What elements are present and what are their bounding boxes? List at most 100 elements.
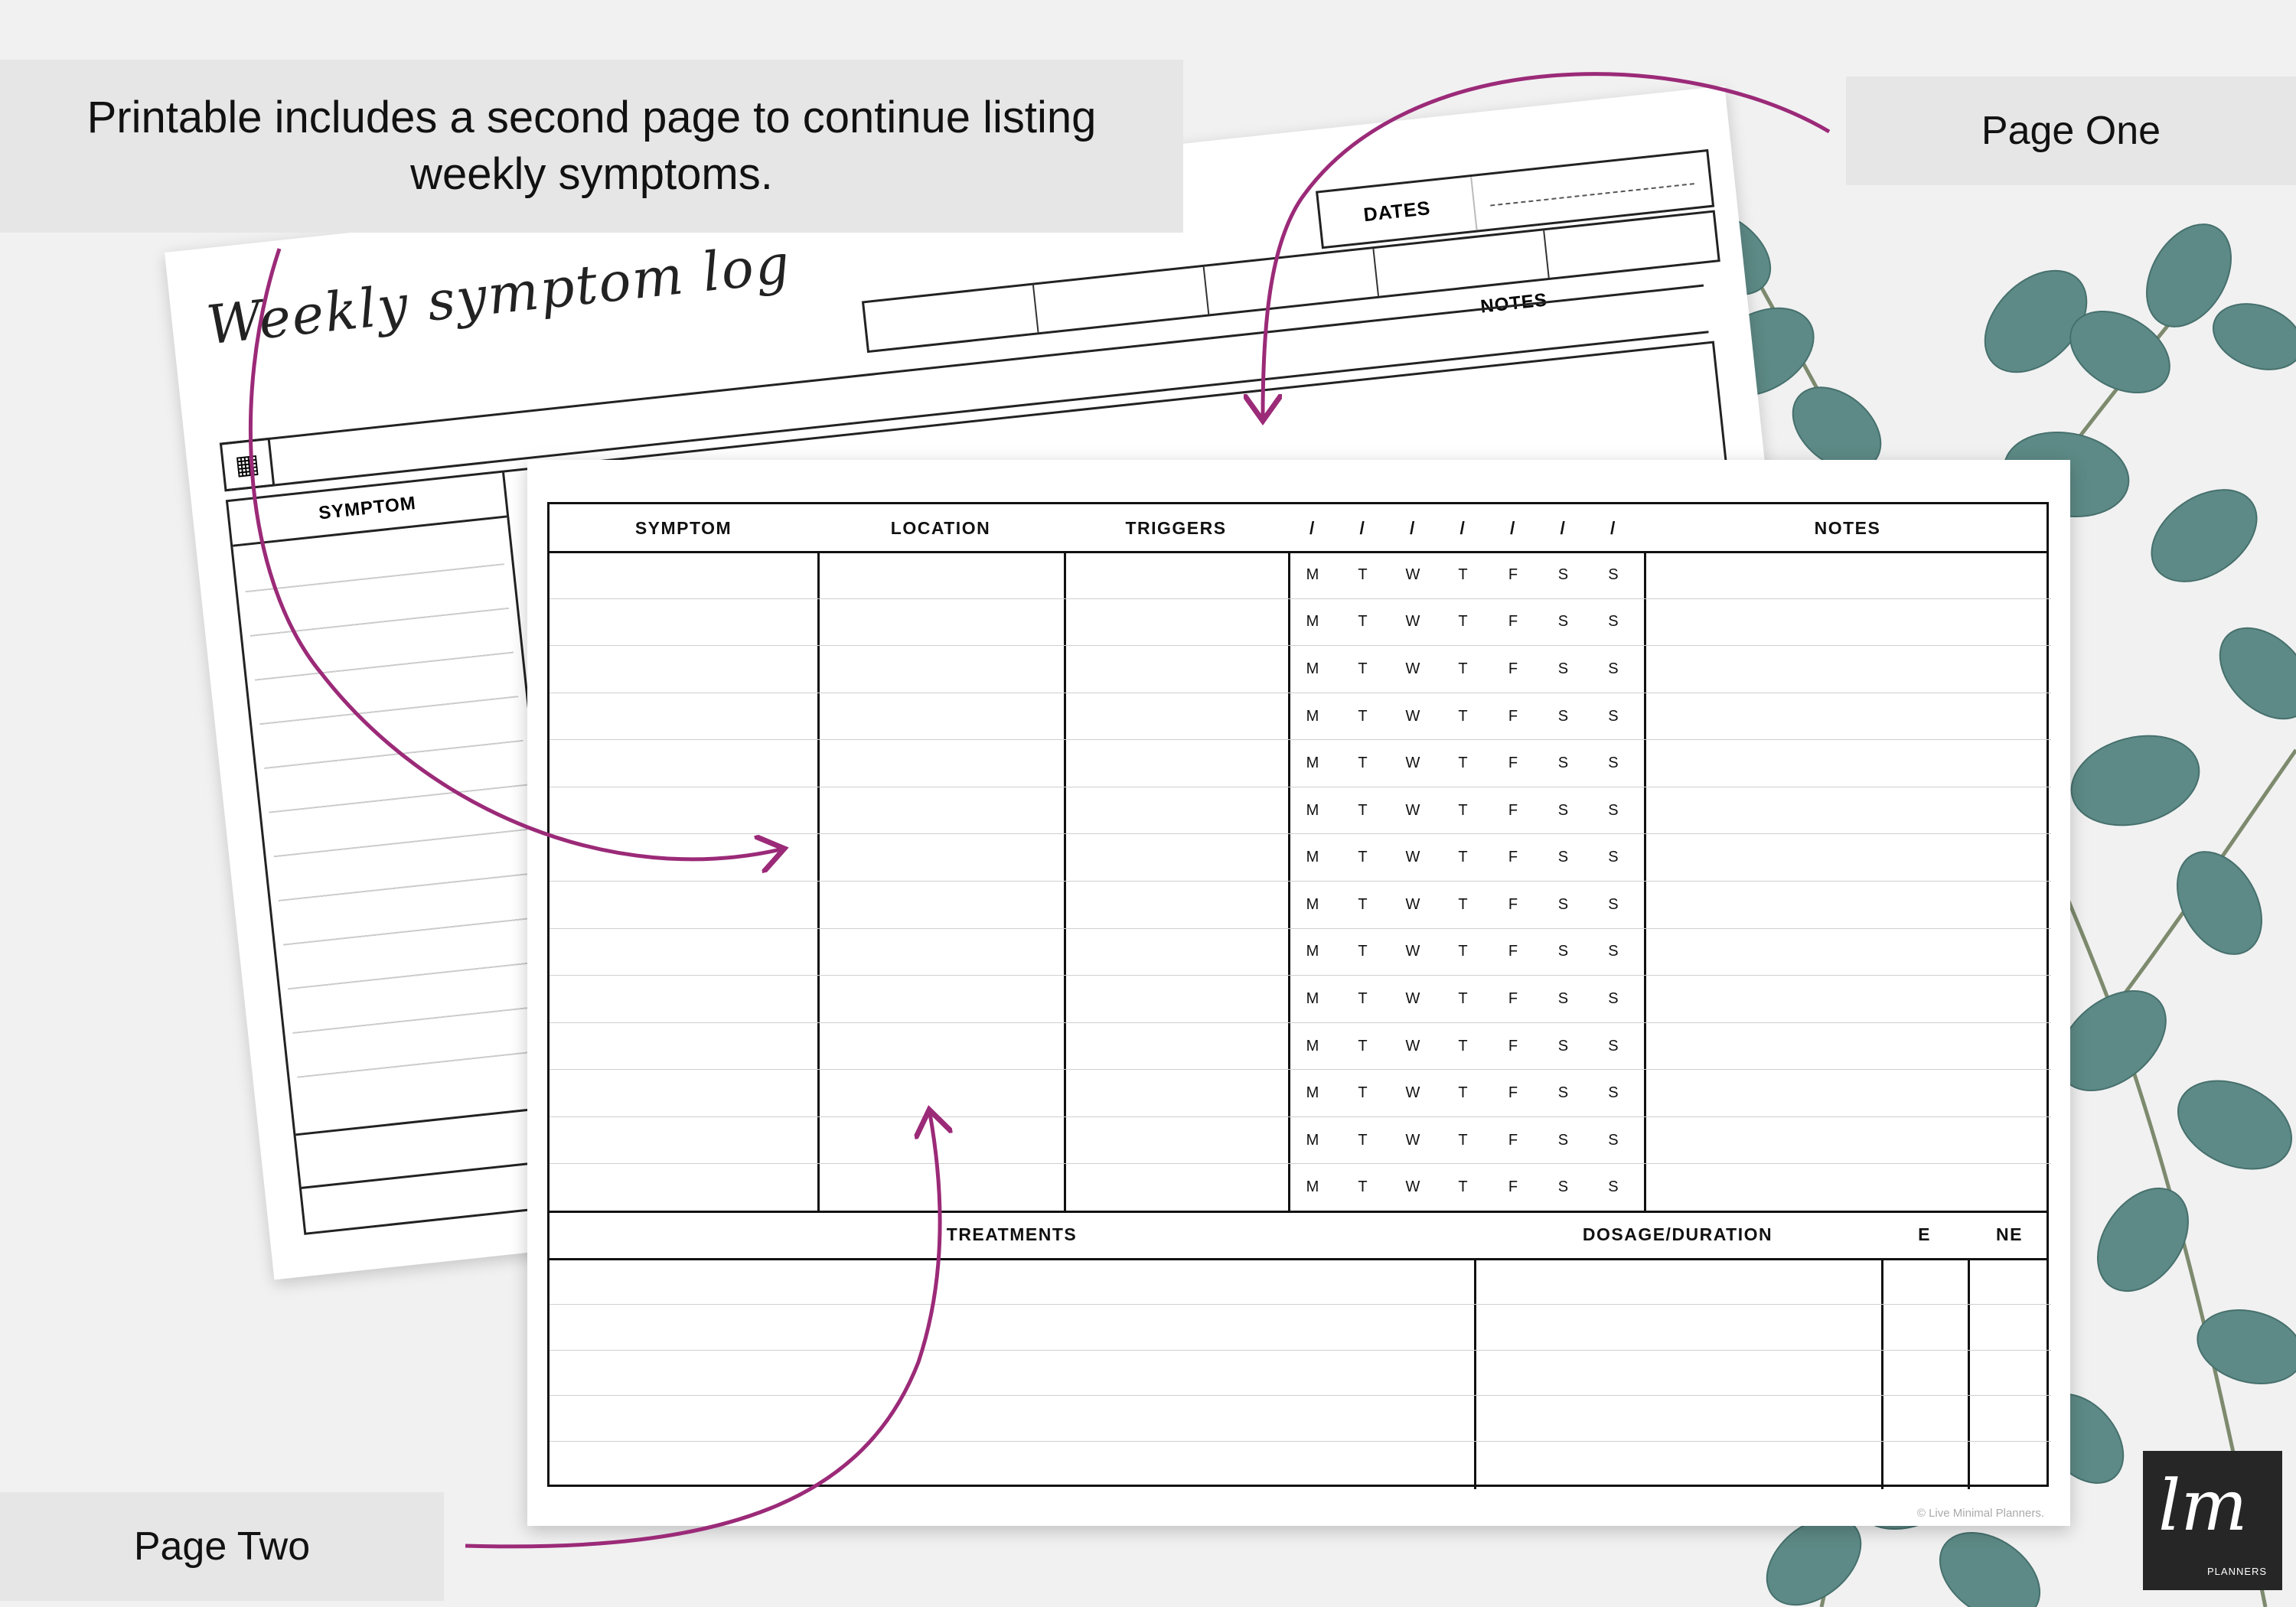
weekday-checkbox[interactable]: W <box>1401 1178 1424 1196</box>
weekday-checkbox[interactable]: M <box>1301 990 1324 1008</box>
weekday-checkbox[interactable]: F <box>1502 755 1525 772</box>
weekday-checkbox[interactable]: F <box>1502 802 1525 820</box>
weekday-checkbox[interactable]: M <box>1301 802 1324 820</box>
weekday-checkbox[interactable]: T <box>1351 802 1374 820</box>
weekday-checkbox[interactable]: S <box>1551 1038 1574 1055</box>
weekday-checkbox[interactable]: S <box>1551 613 1574 631</box>
weekday-checkbox[interactable]: S <box>1551 943 1574 960</box>
weekday-checkbox[interactable]: S <box>1602 943 1625 960</box>
weekday-checkbox[interactable]: T <box>1351 660 1374 678</box>
weekday-checkbox[interactable]: T <box>1351 849 1374 866</box>
weekday-checkbox[interactable]: T <box>1351 1178 1374 1196</box>
weekday-checkbox[interactable]: F <box>1502 1178 1525 1196</box>
weekday-checkbox[interactable]: T <box>1351 943 1374 960</box>
weekday-checkbox[interactable]: S <box>1551 1132 1574 1149</box>
weekday-checkbox[interactable]: S <box>1602 755 1625 772</box>
weekday-checkbox[interactable]: S <box>1602 1038 1625 1055</box>
weekday-checkbox[interactable]: F <box>1502 708 1525 725</box>
weekday-checkbox[interactable]: S <box>1551 849 1574 866</box>
weekday-checkbox[interactable]: S <box>1551 708 1574 725</box>
weekday-checkbox[interactable]: T <box>1451 1038 1474 1055</box>
main-callout: Printable includes a second page to cont… <box>0 60 1183 233</box>
weekday-checkbox[interactable]: F <box>1502 613 1525 631</box>
weekday-checkbox[interactable]: T <box>1451 849 1474 866</box>
weekday-checkbox[interactable]: T <box>1351 896 1374 914</box>
weekday-checkbox[interactable]: M <box>1301 660 1324 678</box>
weekday-checkbox[interactable]: T <box>1351 613 1374 631</box>
weekday-checkbox[interactable]: M <box>1301 1038 1324 1055</box>
weekday-checkbox[interactable]: S <box>1602 1084 1625 1102</box>
weekday-checkbox[interactable]: S <box>1602 990 1625 1008</box>
weekday-checkbox[interactable]: M <box>1301 708 1324 725</box>
weekday-checkbox[interactable]: W <box>1401 849 1424 866</box>
weekday-checkbox[interactable]: S <box>1551 660 1574 678</box>
weekday-checkbox[interactable]: S <box>1602 1132 1625 1149</box>
weekday-checkbox[interactable]: T <box>1451 802 1474 820</box>
weekday-checkbox[interactable]: S <box>1602 896 1625 914</box>
weekday-checkbox[interactable]: T <box>1351 566 1374 584</box>
weekday-checkbox[interactable]: M <box>1301 613 1324 631</box>
weekday-checkbox[interactable]: S <box>1602 1178 1625 1196</box>
weekday-checkbox[interactable]: S <box>1551 896 1574 914</box>
weekday-checkbox[interactable]: S <box>1602 849 1625 866</box>
weekday-checkbox[interactable]: T <box>1451 896 1474 914</box>
weekday-checkbox[interactable]: T <box>1451 755 1474 772</box>
weekday-checkbox[interactable]: W <box>1401 660 1424 678</box>
weekday-checkbox[interactable]: F <box>1502 660 1525 678</box>
weekday-checkbox[interactable]: T <box>1451 660 1474 678</box>
weekday-checkbox[interactable]: T <box>1351 1132 1374 1149</box>
weekday-checkbox[interactable]: M <box>1301 1132 1324 1149</box>
weekday-checkbox[interactable]: T <box>1451 1178 1474 1196</box>
weekday-checkbox[interactable]: M <box>1301 943 1324 960</box>
weekday-checkbox[interactable]: T <box>1451 990 1474 1008</box>
weekday-checkbox[interactable]: S <box>1602 708 1625 725</box>
weekday-checkbox[interactable]: T <box>1351 990 1374 1008</box>
weekday-checkbox[interactable]: W <box>1401 755 1424 772</box>
weekday-checkbox[interactable]: T <box>1451 1132 1474 1149</box>
weekday-checkbox[interactable]: T <box>1451 943 1474 960</box>
weekday-checkbox[interactable]: F <box>1502 1038 1525 1055</box>
weekday-checkbox[interactable]: T <box>1451 613 1474 631</box>
weekday-checkbox[interactable]: S <box>1551 990 1574 1008</box>
weekday-checkbox[interactable]: T <box>1351 1084 1374 1102</box>
weekday-checkbox[interactable]: W <box>1401 708 1424 725</box>
weekday-checkbox[interactable]: T <box>1451 708 1474 725</box>
weekday-checkbox[interactable]: W <box>1401 1132 1424 1149</box>
weekday-checkbox[interactable]: S <box>1551 1084 1574 1102</box>
weekday-checkbox[interactable]: S <box>1551 566 1574 584</box>
weekday-checkbox[interactable]: W <box>1401 566 1424 584</box>
weekday-checkbox[interactable]: S <box>1551 1178 1574 1196</box>
weekday-checkbox[interactable]: M <box>1301 755 1324 772</box>
weekday-checkbox[interactable]: T <box>1351 708 1374 725</box>
weekday-checkbox[interactable]: W <box>1401 613 1424 631</box>
weekday-checkbox[interactable]: T <box>1451 1084 1474 1102</box>
weekday-checkbox[interactable]: F <box>1502 566 1525 584</box>
weekday-checkbox[interactable]: W <box>1401 896 1424 914</box>
page-two-callout: Page Two <box>0 1492 444 1601</box>
weekday-checkbox[interactable]: W <box>1401 1038 1424 1055</box>
weekday-checkbox[interactable]: M <box>1301 896 1324 914</box>
weekday-checkbox[interactable]: S <box>1602 613 1625 631</box>
weekday-checkbox[interactable]: W <box>1401 943 1424 960</box>
weekday-checkbox[interactable]: M <box>1301 1178 1324 1196</box>
weekday-checkbox[interactable]: W <box>1401 1084 1424 1102</box>
weekday-checkbox[interactable]: W <box>1401 990 1424 1008</box>
weekday-checkbox[interactable]: T <box>1451 566 1474 584</box>
weekday-checkbox[interactable]: F <box>1502 849 1525 866</box>
weekday-checkbox[interactable]: S <box>1602 802 1625 820</box>
weekday-checkbox[interactable]: M <box>1301 566 1324 584</box>
weekday-checkbox[interactable]: F <box>1502 990 1525 1008</box>
weekday-checkbox[interactable]: S <box>1551 755 1574 772</box>
weekday-checkbox[interactable]: T <box>1351 1038 1374 1055</box>
weekday-checkbox[interactable]: F <box>1502 896 1525 914</box>
weekday-checkbox[interactable]: M <box>1301 1084 1324 1102</box>
weekday-checkbox[interactable]: T <box>1351 755 1374 772</box>
weekday-checkbox[interactable]: F <box>1502 1084 1525 1102</box>
weekday-checkbox[interactable]: M <box>1301 849 1324 866</box>
weekday-checkbox[interactable]: S <box>1551 802 1574 820</box>
weekday-checkbox[interactable]: F <box>1502 943 1525 960</box>
weekday-checkbox[interactable]: S <box>1602 566 1625 584</box>
weekday-checkbox[interactable]: F <box>1502 1132 1525 1149</box>
weekday-checkbox[interactable]: W <box>1401 802 1424 820</box>
weekday-checkbox[interactable]: S <box>1602 660 1625 678</box>
